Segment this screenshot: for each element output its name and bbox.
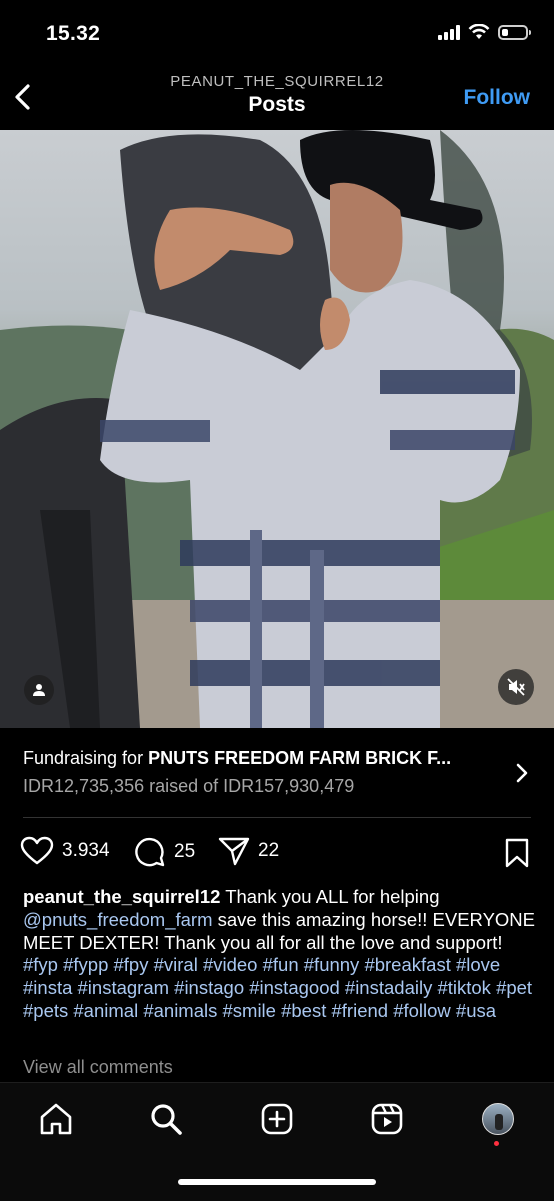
comment-count: 25 [174, 841, 196, 862]
search-icon [151, 1104, 182, 1135]
caption-text-1: Thank you ALL for helping [220, 886, 440, 907]
nav-profile[interactable] [478, 1099, 518, 1139]
nav-reels[interactable] [367, 1099, 407, 1139]
bookmark-icon[interactable] [504, 838, 530, 868]
share-count: 22 [258, 840, 280, 861]
home-icon [40, 1103, 72, 1135]
status-bar: 15.32 [0, 0, 554, 70]
follow-button[interactable]: Follow [464, 86, 531, 110]
status-icons [438, 24, 531, 40]
wifi-icon [468, 24, 490, 39]
cellular-signal-icon [438, 24, 460, 40]
caption-hashtags[interactable]: #fyp #fypp #fpy #viral #video #fun #funn… [23, 954, 532, 1021]
caption-mention[interactable]: @pnuts_freedom_farm [23, 909, 212, 930]
caption-author[interactable]: peanut_the_squirrel12 [23, 886, 220, 907]
reels-icon [371, 1103, 403, 1135]
post-caption: peanut_the_squirrel12 Thank you ALL for … [23, 886, 535, 1023]
nav-search[interactable] [146, 1099, 186, 1139]
heart-icon [20, 836, 54, 865]
post-actions: 3.934 25 22 [20, 836, 534, 870]
like-button[interactable]: 3.934 [20, 836, 110, 866]
like-count: 3.934 [62, 840, 110, 861]
post-photo-illustration [0, 130, 554, 728]
profile-avatar [482, 1103, 514, 1135]
notification-dot [494, 1141, 499, 1146]
tagged-users-button[interactable] [24, 675, 54, 705]
comment-button[interactable]: 25 [134, 836, 195, 868]
comment-icon [135, 837, 165, 867]
nav-home[interactable] [36, 1099, 76, 1139]
create-icon [261, 1103, 293, 1135]
fundraiser-title: Fundraising for PNUTS FREEDOM FARM BRICK… [23, 748, 493, 769]
mute-icon [507, 678, 525, 696]
home-indicator [178, 1179, 376, 1185]
mute-button[interactable] [498, 669, 534, 705]
post-header: PEANUT_THE_SQUIRREL12 Posts Follow [0, 70, 554, 128]
fundraiser-prefix: Fundraising for [23, 748, 149, 768]
post-video[interactable] [0, 130, 554, 728]
share-icon [218, 837, 250, 866]
divider [23, 817, 531, 818]
fundraiser-banner[interactable]: Fundraising for PNUTS FREEDOM FARM BRICK… [23, 748, 533, 800]
share-button[interactable]: 22 [218, 836, 279, 866]
fundraiser-progress: IDR12,735,356 raised of IDR157,930,479 [23, 776, 355, 796]
chevron-right-icon [516, 763, 528, 783]
nav-create[interactable] [257, 1099, 297, 1139]
battery-icon [498, 24, 531, 40]
status-time: 15.32 [46, 22, 101, 45]
view-all-comments-link[interactable]: View all comments [23, 1057, 173, 1078]
user-tag-icon [33, 684, 45, 696]
fundraiser-name: PNUTS FREEDOM FARM BRICK F... [148, 748, 452, 768]
